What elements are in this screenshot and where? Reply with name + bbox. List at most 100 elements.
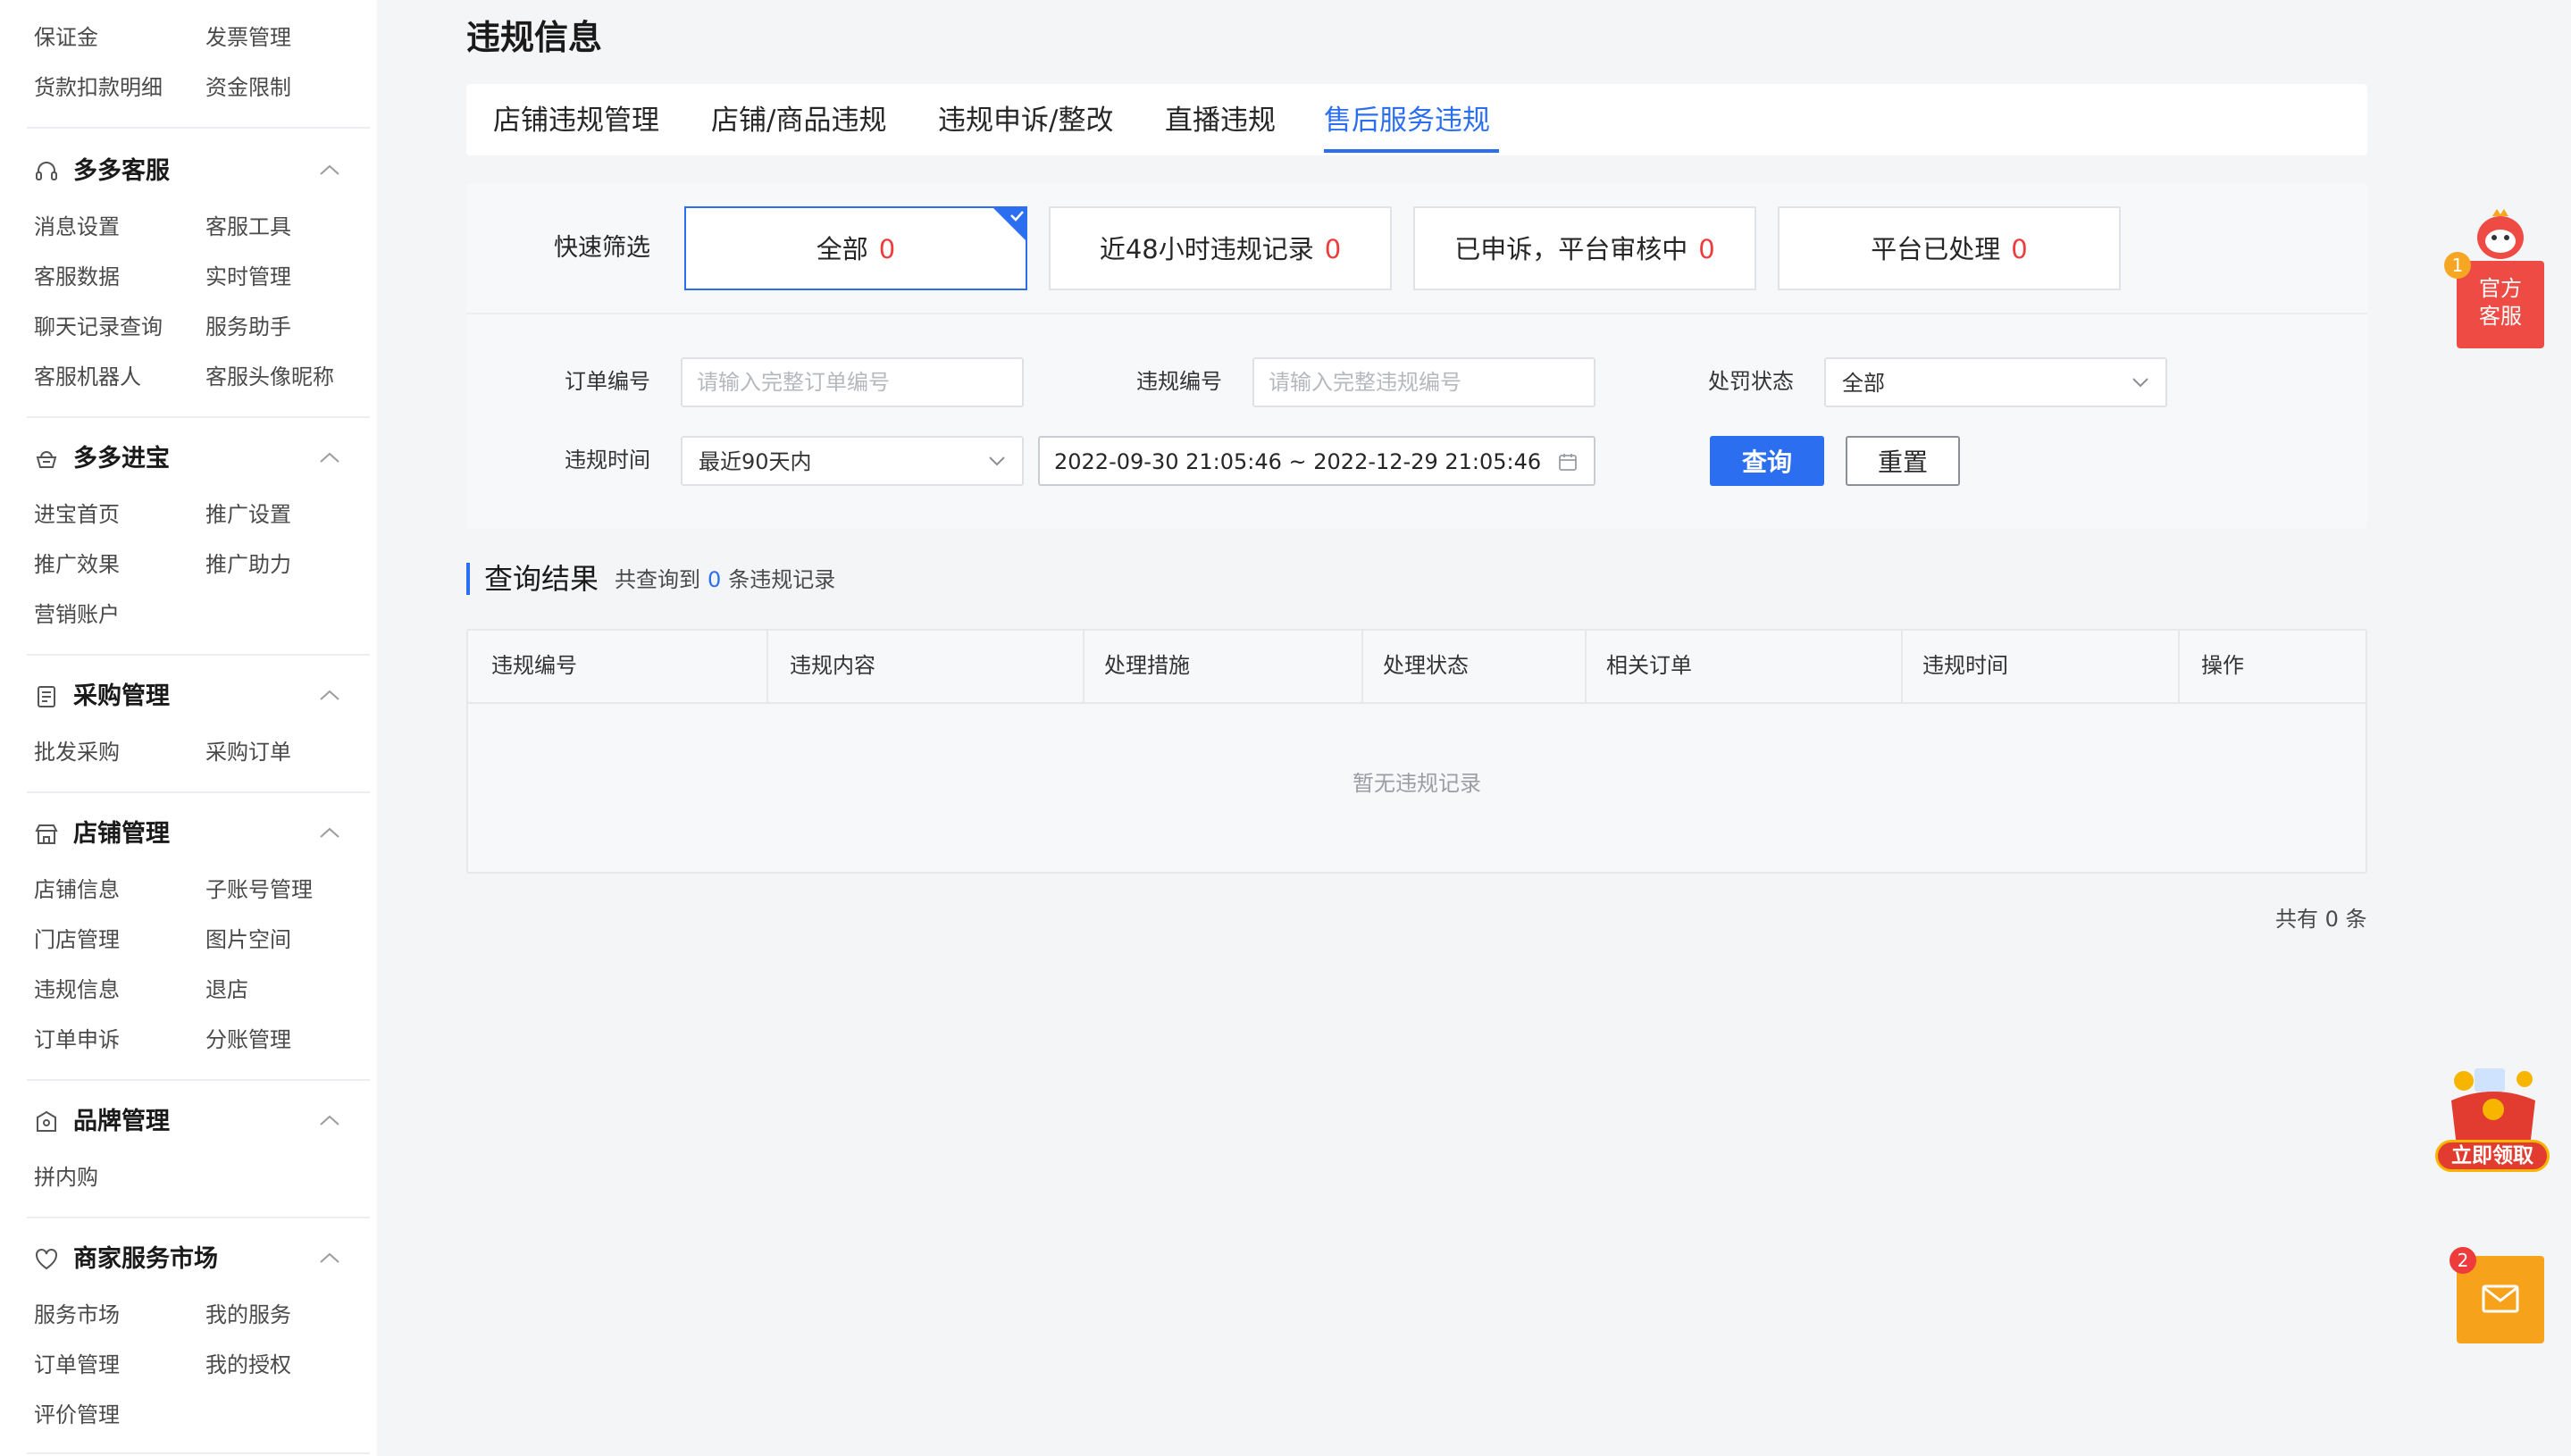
sidebar-item-store-info[interactable]: 店铺信息 [34,875,120,904]
penalty-status-value: 全部 [1842,371,1885,396]
sidebar-row: 客服机器人 客服头像昵称 [0,352,377,402]
sidebar-group-purchase[interactable]: 采购管理 [0,670,377,724]
sidebar-item-deposit[interactable]: 保证金 [34,23,98,52]
sidebar-item-invoice[interactable]: 发票管理 [205,23,291,52]
quick-filter-processed[interactable]: 平台已处理 0 [1778,206,2121,290]
sidebar-row: 批发采购 采购订单 [0,727,377,777]
chevron-up-icon[interactable] [318,688,341,702]
reset-button[interactable]: 重置 [1846,436,1960,486]
date-range-picker[interactable]: 2022-09-30 21:05:46 ~ 2022-12-29 21:05:4… [1038,436,1595,486]
sidebar-item-service-assistant[interactable]: 服务助手 [205,313,291,341]
column-divider[interactable] [2178,631,2180,704]
quick-filter-label: 快速筛选 [554,234,650,262]
sidebar-item-shop-management[interactable]: 门店管理 [34,925,120,954]
sidebar-group-promotion[interactable]: 多多进宝 [0,432,377,486]
chevron-up-icon[interactable] [318,1251,341,1265]
sidebar-item-promotion-effect[interactable]: 推广效果 [34,550,120,579]
sidebar-item-image-space[interactable]: 图片空间 [205,925,291,954]
sidebar-group-brand[interactable]: 品牌管理 [0,1095,377,1149]
sidebar-item-promotion-boost[interactable]: 推广助力 [205,550,291,579]
chevron-up-icon[interactable] [318,1113,341,1127]
sidebar-item-service-market[interactable]: 服务市场 [34,1301,120,1329]
gift-widget[interactable]: 立即领取 [2430,1063,2555,1179]
quick-filter-text: 近48小时违规记录 0 [1099,234,1342,264]
sidebar-row: 拼内购 [0,1152,377,1202]
sidebar-item-order-appeal[interactable]: 订单申诉 [34,1025,120,1054]
sidebar-item-purchase-orders[interactable]: 采购订单 [205,738,291,766]
query-button[interactable]: 查询 [1710,436,1824,486]
sidebar-item-payment-deduction[interactable]: 货款扣款明细 [34,73,163,102]
sidebar-row: 推广效果 推广助力 [0,540,377,590]
message-widget[interactable]: 2 [2450,1247,2544,1343]
order-no-label: 订单编号 [565,369,650,394]
sidebar-item-chat-history[interactable]: 聊天记录查询 [34,313,163,341]
count-badge: 0 [2011,234,2028,264]
sidebar-item-my-services[interactable]: 我的服务 [205,1301,291,1329]
sidebar-item-service-tools[interactable]: 客服工具 [205,213,291,241]
tab-live-violation[interactable]: 直播违规 [1165,102,1276,139]
sidebar-divider [27,654,370,656]
page-title: 违规信息 [466,18,603,57]
penalty-status-select[interactable]: 全部 [1824,357,2167,407]
sidebar-item-wholesale[interactable]: 批发采购 [34,738,120,766]
column-divider[interactable] [766,631,768,704]
sidebar-row: 订单管理 我的授权 [0,1340,377,1390]
sidebar-group-store[interactable]: 店铺管理 [0,807,377,861]
tab-appeal-rectify[interactable]: 违规申诉/整改 [938,102,1113,139]
column-divider[interactable] [1361,631,1363,704]
result-title: 查询结果 [484,562,599,596]
book-icon [38,686,55,707]
sidebar-item-promotion-home[interactable]: 进宝首页 [34,500,120,529]
quick-filter-text: 全部 0 [816,234,896,264]
time-preset-select[interactable]: 最近90天内 [681,436,1024,486]
tab-store-violation[interactable]: 店铺违规管理 [493,102,659,139]
sidebar-item-violation-info[interactable]: 违规信息 [34,975,120,1004]
official-service-widget[interactable]: 官方 客服 1 [2444,207,2544,348]
sidebar-group-service-market[interactable]: 商家服务市场 [0,1233,377,1286]
time-preset-value: 最近90天内 [699,449,812,474]
column-divider[interactable] [1585,631,1587,704]
sidebar-item-service-robot[interactable]: 客服机器人 [34,363,141,391]
tab-store-product-violation[interactable]: 店铺/商品违规 [711,102,886,139]
sidebar-item-realtime-management[interactable]: 实时管理 [205,263,291,291]
sidebar-item-review-management[interactable]: 评价管理 [34,1401,120,1429]
sidebar-divider [27,1452,370,1454]
sidebar-item-my-authorization[interactable]: 我的授权 [205,1351,291,1379]
sidebar-item-service-avatar[interactable]: 客服头像昵称 [205,363,334,391]
violation-no-input[interactable] [1252,357,1595,407]
chevron-down-icon [2132,378,2148,388]
tab-after-sales-violation[interactable]: 售后服务违规 [1324,102,1490,139]
sidebar-item-inner-purchase[interactable]: 拼内购 [34,1163,98,1192]
result-summary: 共查询到 0 条违规记录 [615,567,836,592]
chevron-up-icon[interactable] [318,450,341,464]
sidebar-row: 客服数据 实时管理 [0,252,377,302]
total-count: 共有 0 条 [2275,907,2367,932]
quick-filter-appealed[interactable]: 已申诉，平台审核中 0 [1413,206,1756,290]
count-badge: 0 [878,234,896,264]
order-no-input[interactable] [681,357,1024,407]
quick-filter-all[interactable]: 全部 0 [684,206,1027,290]
sidebar-group-title: 商家服务市场 [73,1245,218,1273]
sidebar-group-title: 采购管理 [73,682,170,710]
sidebar-row: 店铺信息 子账号管理 [0,865,377,915]
sidebar-item-fund-limit[interactable]: 资金限制 [205,73,291,102]
sidebar-divider [27,416,370,418]
column-divider[interactable] [1901,631,1903,704]
chevron-up-icon[interactable] [318,163,341,177]
sidebar-item-order-management[interactable]: 订单管理 [34,1351,120,1379]
chevron-up-icon[interactable] [318,825,341,840]
claim-now-button[interactable]: 立即领取 [2435,1140,2550,1172]
sidebar-item-promotion-settings[interactable]: 推广设置 [205,500,291,529]
sidebar-item-subaccount[interactable]: 子账号管理 [205,875,313,904]
sidebar-row: 聊天记录查询 服务助手 [0,302,377,352]
quick-filter-48h[interactable]: 近48小时违规记录 0 [1049,206,1392,290]
sidebar-item-message-settings[interactable]: 消息设置 [34,213,120,241]
sidebar-item-marketing-account[interactable]: 营销账户 [34,600,120,629]
sidebar-item-split-account[interactable]: 分账管理 [205,1025,291,1054]
sidebar-item-close-store[interactable]: 退店 [205,975,248,1004]
sidebar-group-customer-service[interactable]: 多多客服 [0,145,377,198]
sidebar-item-service-data[interactable]: 客服数据 [34,263,120,291]
sidebar-row: 评价管理 [0,1390,377,1440]
column-divider[interactable] [1083,631,1085,704]
mail-icon [2482,1284,2519,1313]
